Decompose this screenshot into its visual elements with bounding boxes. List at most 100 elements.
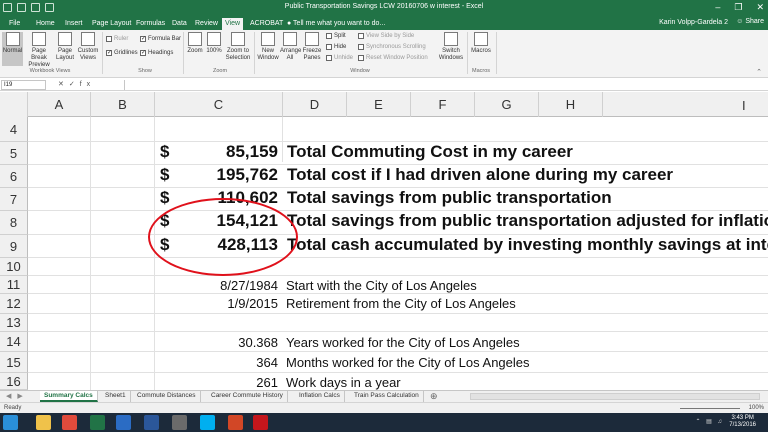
view-side-by-side-button[interactable]: View Side by Side — [358, 33, 414, 39]
tab-file[interactable]: File — [6, 18, 23, 30]
cell-detail-label[interactable]: Start with the City of Los Angeles — [286, 278, 477, 293]
file-explorer-icon[interactable] — [36, 415, 51, 430]
cell-detail-label[interactable]: Months worked for the City of Los Angele… — [286, 355, 530, 370]
cell-dollar-sign[interactable]: $ — [160, 165, 169, 185]
cell-start-date[interactable]: 8/27/1984 — [220, 278, 278, 293]
new-window-button[interactable]: New Window — [257, 32, 279, 66]
chrome-icon[interactable] — [62, 415, 77, 430]
cell-months-worked[interactable]: 364 — [256, 355, 278, 370]
tab-acrobat[interactable]: ACROBAT — [247, 18, 286, 30]
acrobat-icon[interactable] — [253, 415, 268, 430]
excel-icon[interactable] — [90, 415, 105, 430]
normal-view-button[interactable]: Normal — [2, 32, 23, 66]
tab-data[interactable]: Data — [169, 18, 190, 30]
headings-checkbox[interactable]: ✓ Headings — [140, 50, 173, 56]
formula-bar-checkbox[interactable]: ✓ Formula Bar — [140, 36, 181, 42]
collapse-ribbon-icon[interactable]: ⌃ — [756, 68, 762, 76]
tab-insert[interactable]: Insert — [62, 18, 86, 30]
column-header-h[interactable]: H — [539, 92, 603, 117]
row-header-8[interactable]: 8 — [0, 211, 28, 235]
worksheet-grid[interactable]: A B C D E F G H I 4 5 6 7 8 9 10 11 12 1… — [0, 92, 768, 390]
user-name[interactable]: Karin Volpp-Gardela 2 — [659, 19, 728, 26]
cell-summary-label[interactable]: Total savings from public transportation — [287, 188, 612, 208]
word-icon[interactable] — [144, 415, 159, 430]
close-button[interactable]: ✕ — [756, 2, 764, 13]
powerpoint-icon[interactable] — [228, 415, 243, 430]
row-header-5[interactable]: 5 — [0, 142, 28, 165]
column-header-a[interactable]: A — [28, 92, 91, 117]
skype-icon[interactable] — [200, 415, 215, 430]
taskbar-clock[interactable]: 3:43 PM 7/13/2016 — [729, 415, 756, 429]
tab-formulas[interactable]: Formulas — [133, 18, 168, 30]
row-header-6[interactable]: 6 — [0, 165, 28, 188]
cell-summary-label[interactable]: Total cash accumulated by investing mont… — [287, 235, 768, 255]
tell-me-box[interactable]: ● Tell me what you want to do... — [284, 18, 388, 30]
zoom-100-button[interactable]: 100% — [205, 32, 223, 66]
column-header-c[interactable]: C — [155, 92, 283, 117]
cell-work-days[interactable]: 261 — [256, 375, 278, 390]
zoom-button[interactable]: Zoom — [186, 32, 204, 66]
cell-dollar-sign[interactable]: $ — [160, 188, 169, 208]
formula-buttons[interactable]: ✕✓fx — [58, 80, 95, 88]
split-button[interactable]: Split — [326, 33, 346, 39]
name-box[interactable]: I19 — [1, 80, 46, 90]
unhide-button[interactable]: Unhide — [326, 55, 353, 61]
row-header-14[interactable]: 14 — [0, 332, 28, 352]
share-button[interactable]: ☺ Share — [736, 18, 764, 25]
macros-button[interactable]: Macros — [470, 32, 492, 66]
row-header-9[interactable]: 9 — [0, 235, 28, 258]
row-header-15[interactable]: 15 — [0, 352, 28, 373]
synchronous-scrolling-button[interactable]: Synchronous Scrolling — [358, 44, 426, 50]
cell-detail-label[interactable]: Work days in a year — [286, 375, 401, 390]
row-header-7[interactable]: 7 — [0, 188, 28, 211]
row-header-10[interactable]: 10 — [0, 258, 28, 276]
cell-years-worked[interactable]: 30.368 — [238, 335, 278, 350]
gridlines-checkbox[interactable]: ✓ Gridlines — [106, 50, 138, 56]
hide-button[interactable]: Hide — [326, 44, 346, 50]
row-header-13[interactable]: 13 — [0, 314, 28, 332]
vpn-icon[interactable] — [172, 415, 187, 430]
cell-summary-label[interactable]: Total savings from public transportation… — [287, 211, 768, 231]
custom-views-button[interactable]: Custom Views — [76, 32, 100, 66]
system-tray-icons[interactable]: ⌃ ▤ ♫ — [695, 418, 724, 425]
cell-summary-label[interactable]: Total Commuting Cost in my career — [287, 142, 573, 162]
arrange-all-button[interactable]: Arrange All — [280, 32, 301, 66]
column-header-g[interactable]: G — [475, 92, 539, 117]
cell-detail-label[interactable]: Years worked for the City of Los Angeles — [286, 335, 520, 350]
cell-amount[interactable]: 85,159 — [226, 142, 278, 162]
row-header-4[interactable]: 4 — [0, 117, 28, 142]
cell-detail-label[interactable]: Retirement from the City of Los Angeles — [286, 296, 516, 311]
column-header-d[interactable]: D — [283, 92, 347, 117]
cell-dollar-sign[interactable]: $ — [160, 142, 169, 162]
cell-retirement-date[interactable]: 1/9/2015 — [227, 296, 278, 311]
horizontal-scrollbar[interactable] — [470, 393, 760, 400]
sheet-tab-summary-calcs[interactable]: Summary Calcs — [40, 391, 98, 402]
cell-amount[interactable]: 195,762 — [217, 165, 278, 185]
sheet-tab-career-commute-history[interactable]: Career Commute History — [207, 391, 288, 402]
page-layout-view-button[interactable]: Page Layout — [55, 32, 75, 66]
zoom-level[interactable]: 100% — [749, 405, 764, 411]
cell-summary-label[interactable]: Total cost if I had driven alone during … — [287, 165, 673, 185]
maximize-button[interactable]: ❐ — [734, 2, 742, 13]
outlook-icon[interactable] — [116, 415, 131, 430]
tab-page-layout[interactable]: Page Layout — [89, 18, 134, 30]
sheet-tab-sheet1[interactable]: Sheet1 — [101, 391, 131, 402]
row-header-16[interactable]: 16 — [0, 373, 28, 390]
sheet-tab-commute-distances[interactable]: Commute Distances — [133, 391, 201, 402]
column-header-e[interactable]: E — [347, 92, 411, 117]
sheet-tab-train-pass-calculation[interactable]: Train Pass Calculation — [350, 391, 424, 402]
ruler-checkbox[interactable]: Ruler — [106, 36, 128, 42]
sheet-tab-inflation-calcs[interactable]: Inflation Calcs — [295, 391, 345, 402]
row-header-12[interactable]: 12 — [0, 294, 28, 314]
switch-windows-button[interactable]: Switch Windows — [438, 32, 464, 66]
zoom-to-selection-button[interactable]: Zoom to Selection — [224, 32, 252, 66]
select-all-corner[interactable] — [0, 92, 28, 117]
tab-view[interactable]: View — [222, 18, 244, 30]
zoom-slider[interactable] — [680, 408, 740, 409]
sheet-navigation-arrows[interactable]: ◀▶ — [6, 392, 29, 400]
add-sheet-icon[interactable]: ⊕ — [430, 391, 438, 402]
row-header-11[interactable]: 11 — [0, 276, 28, 294]
page-break-preview-button[interactable]: Page Break Preview — [24, 32, 54, 68]
column-header-b[interactable]: B — [91, 92, 155, 117]
column-header-f[interactable]: F — [411, 92, 475, 117]
